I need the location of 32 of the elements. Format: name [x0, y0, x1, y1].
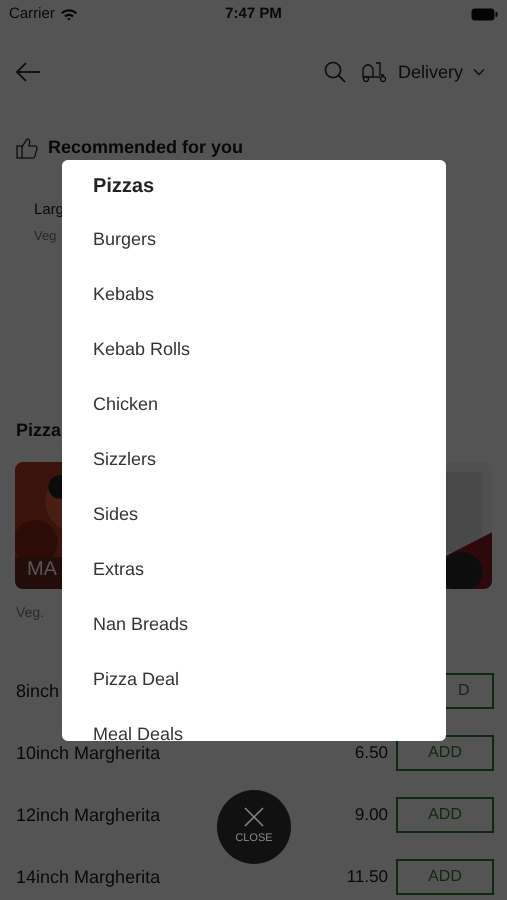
item-name: 12inch Margherita: [16, 804, 160, 827]
menu-item[interactable]: Sides: [93, 487, 138, 542]
menu-item[interactable]: Meal Deals: [93, 707, 184, 741]
item-price: 6.50: [354, 742, 388, 764]
item-price: 9.00: [354, 804, 388, 826]
menu-title: Pizzas: [93, 174, 154, 199]
status-time: 7:47 PM: [225, 4, 282, 24]
menu-item[interactable]: Chicken: [93, 377, 158, 432]
back-arrow-icon[interactable]: [15, 62, 41, 82]
menu-item[interactable]: Sizzlers: [93, 432, 156, 487]
menu-item[interactable]: Pizza Deal: [93, 652, 180, 707]
close-button[interactable]: CLOSE: [217, 790, 291, 864]
wifi-icon: [60, 8, 78, 20]
chevron-down-icon: [473, 68, 485, 76]
scooter-icon: [360, 61, 388, 83]
menu-item[interactable]: Kebab Rolls: [93, 322, 190, 377]
item-name: 10inch Margherita: [16, 742, 160, 765]
item-price: 11.50: [346, 866, 388, 888]
battery-icon: [470, 8, 498, 20]
item-name: 14inch Margherita: [16, 866, 160, 889]
card-caption: MA: [27, 557, 57, 582]
menu-item[interactable]: Extras: [93, 542, 144, 597]
carrier-name: Carrier: [9, 4, 55, 24]
section-title: Pizza: [16, 420, 62, 440]
item-name: 8inch: [16, 680, 60, 702]
menu-item[interactable]: Burgers: [93, 212, 156, 267]
section-title: Recommended for you: [48, 136, 244, 159]
search-icon[interactable]: [324, 61, 346, 83]
menu-item[interactable]: Nan Breads: [93, 597, 188, 652]
menu-item[interactable]: Kebabs: [93, 267, 154, 322]
close-icon: [244, 807, 264, 828]
thumbs-up-icon: [16, 136, 38, 158]
